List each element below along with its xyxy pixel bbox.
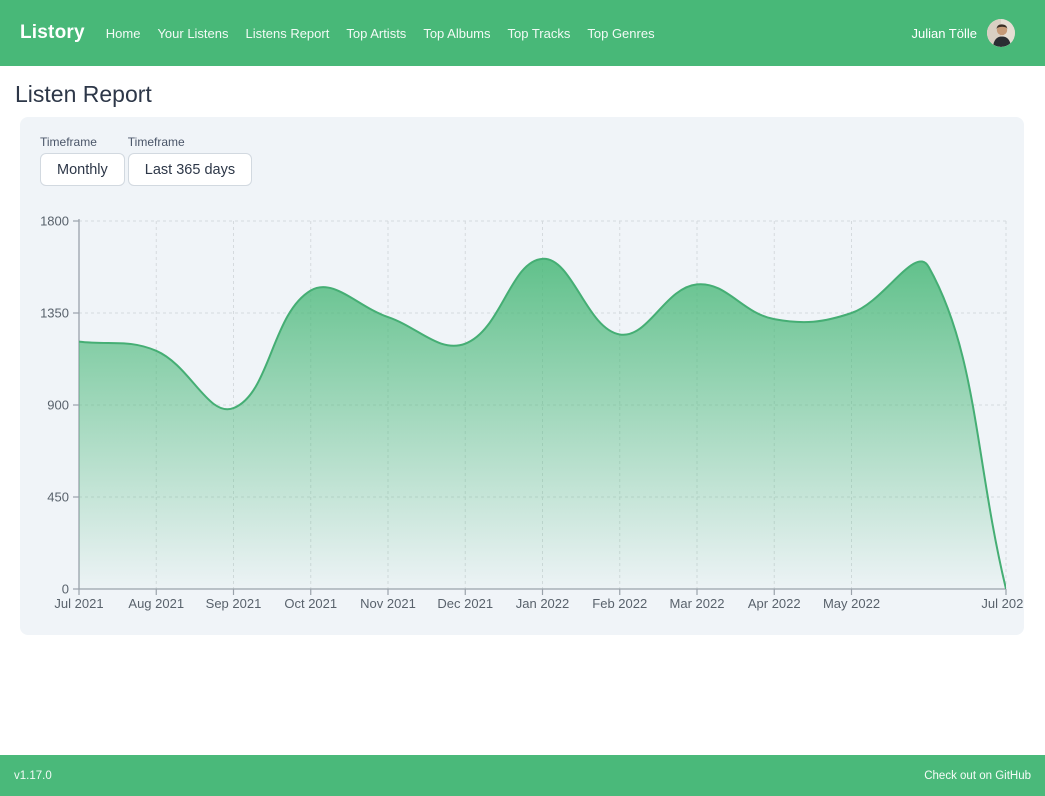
footer: v1.17.0 Check out on GitHub — [0, 755, 1045, 796]
avatar-photo — [987, 19, 1015, 47]
svg-text:Jan 2022: Jan 2022 — [516, 596, 570, 611]
svg-text:Jul 2021: Jul 2021 — [54, 596, 103, 611]
nav-item-top-artists[interactable]: Top Artists — [346, 26, 406, 41]
svg-text:900: 900 — [47, 398, 69, 413]
brand-logo[interactable]: Listory — [20, 22, 85, 44]
svg-text:Feb 2022: Feb 2022 — [592, 596, 647, 611]
svg-text:Jul 2022: Jul 2022 — [981, 596, 1024, 611]
svg-text:1350: 1350 — [40, 306, 69, 321]
nav-item-top-genres[interactable]: Top Genres — [587, 26, 654, 41]
user-avatar[interactable] — [987, 19, 1015, 47]
svg-text:1800: 1800 — [40, 214, 69, 229]
user-menu[interactable]: Julian Tölle — [911, 19, 1015, 47]
nav-item-your-listens[interactable]: Your Listens — [157, 26, 228, 41]
svg-text:Oct 2021: Oct 2021 — [284, 596, 337, 611]
page-title: Listen Report — [15, 81, 152, 108]
report-card: Timeframe Monthly Timeframe Last 365 day… — [20, 117, 1024, 635]
nav-item-home[interactable]: Home — [106, 26, 141, 41]
github-link[interactable]: Check out on GitHub — [924, 770, 1031, 782]
nav-item-top-tracks[interactable]: Top Tracks — [508, 26, 571, 41]
svg-text:Sep 2021: Sep 2021 — [206, 596, 262, 611]
svg-text:0: 0 — [62, 582, 69, 597]
nav-item-top-albums[interactable]: Top Albums — [423, 26, 490, 41]
svg-text:Dec 2021: Dec 2021 — [437, 596, 493, 611]
area-chart-canvas[interactable]: 0 450 900 1350 1800 Jul 2021 Aug 2021 Sep 2021 O… — [20, 117, 1024, 635]
listen-report-chart[interactable]: 0 450 900 1350 1800 Jul 2021 Aug 2021 Sep 2021 O… — [20, 117, 1024, 635]
user-name: Julian Tölle — [911, 26, 977, 41]
svg-text:May 2022: May 2022 — [823, 596, 880, 611]
svg-text:Nov 2021: Nov 2021 — [360, 596, 416, 611]
svg-text:Mar 2022: Mar 2022 — [670, 596, 725, 611]
navbar: Listory Home Your Listens Listens Report… — [0, 0, 1045, 66]
app-version: v1.17.0 — [14, 770, 52, 782]
nav-item-listens-report[interactable]: Listens Report — [246, 26, 330, 41]
svg-text:Apr 2022: Apr 2022 — [748, 596, 801, 611]
svg-text:450: 450 — [47, 490, 69, 505]
main-nav: Home Your Listens Listens Report Top Art… — [106, 26, 655, 41]
svg-text:Aug 2021: Aug 2021 — [128, 596, 184, 611]
